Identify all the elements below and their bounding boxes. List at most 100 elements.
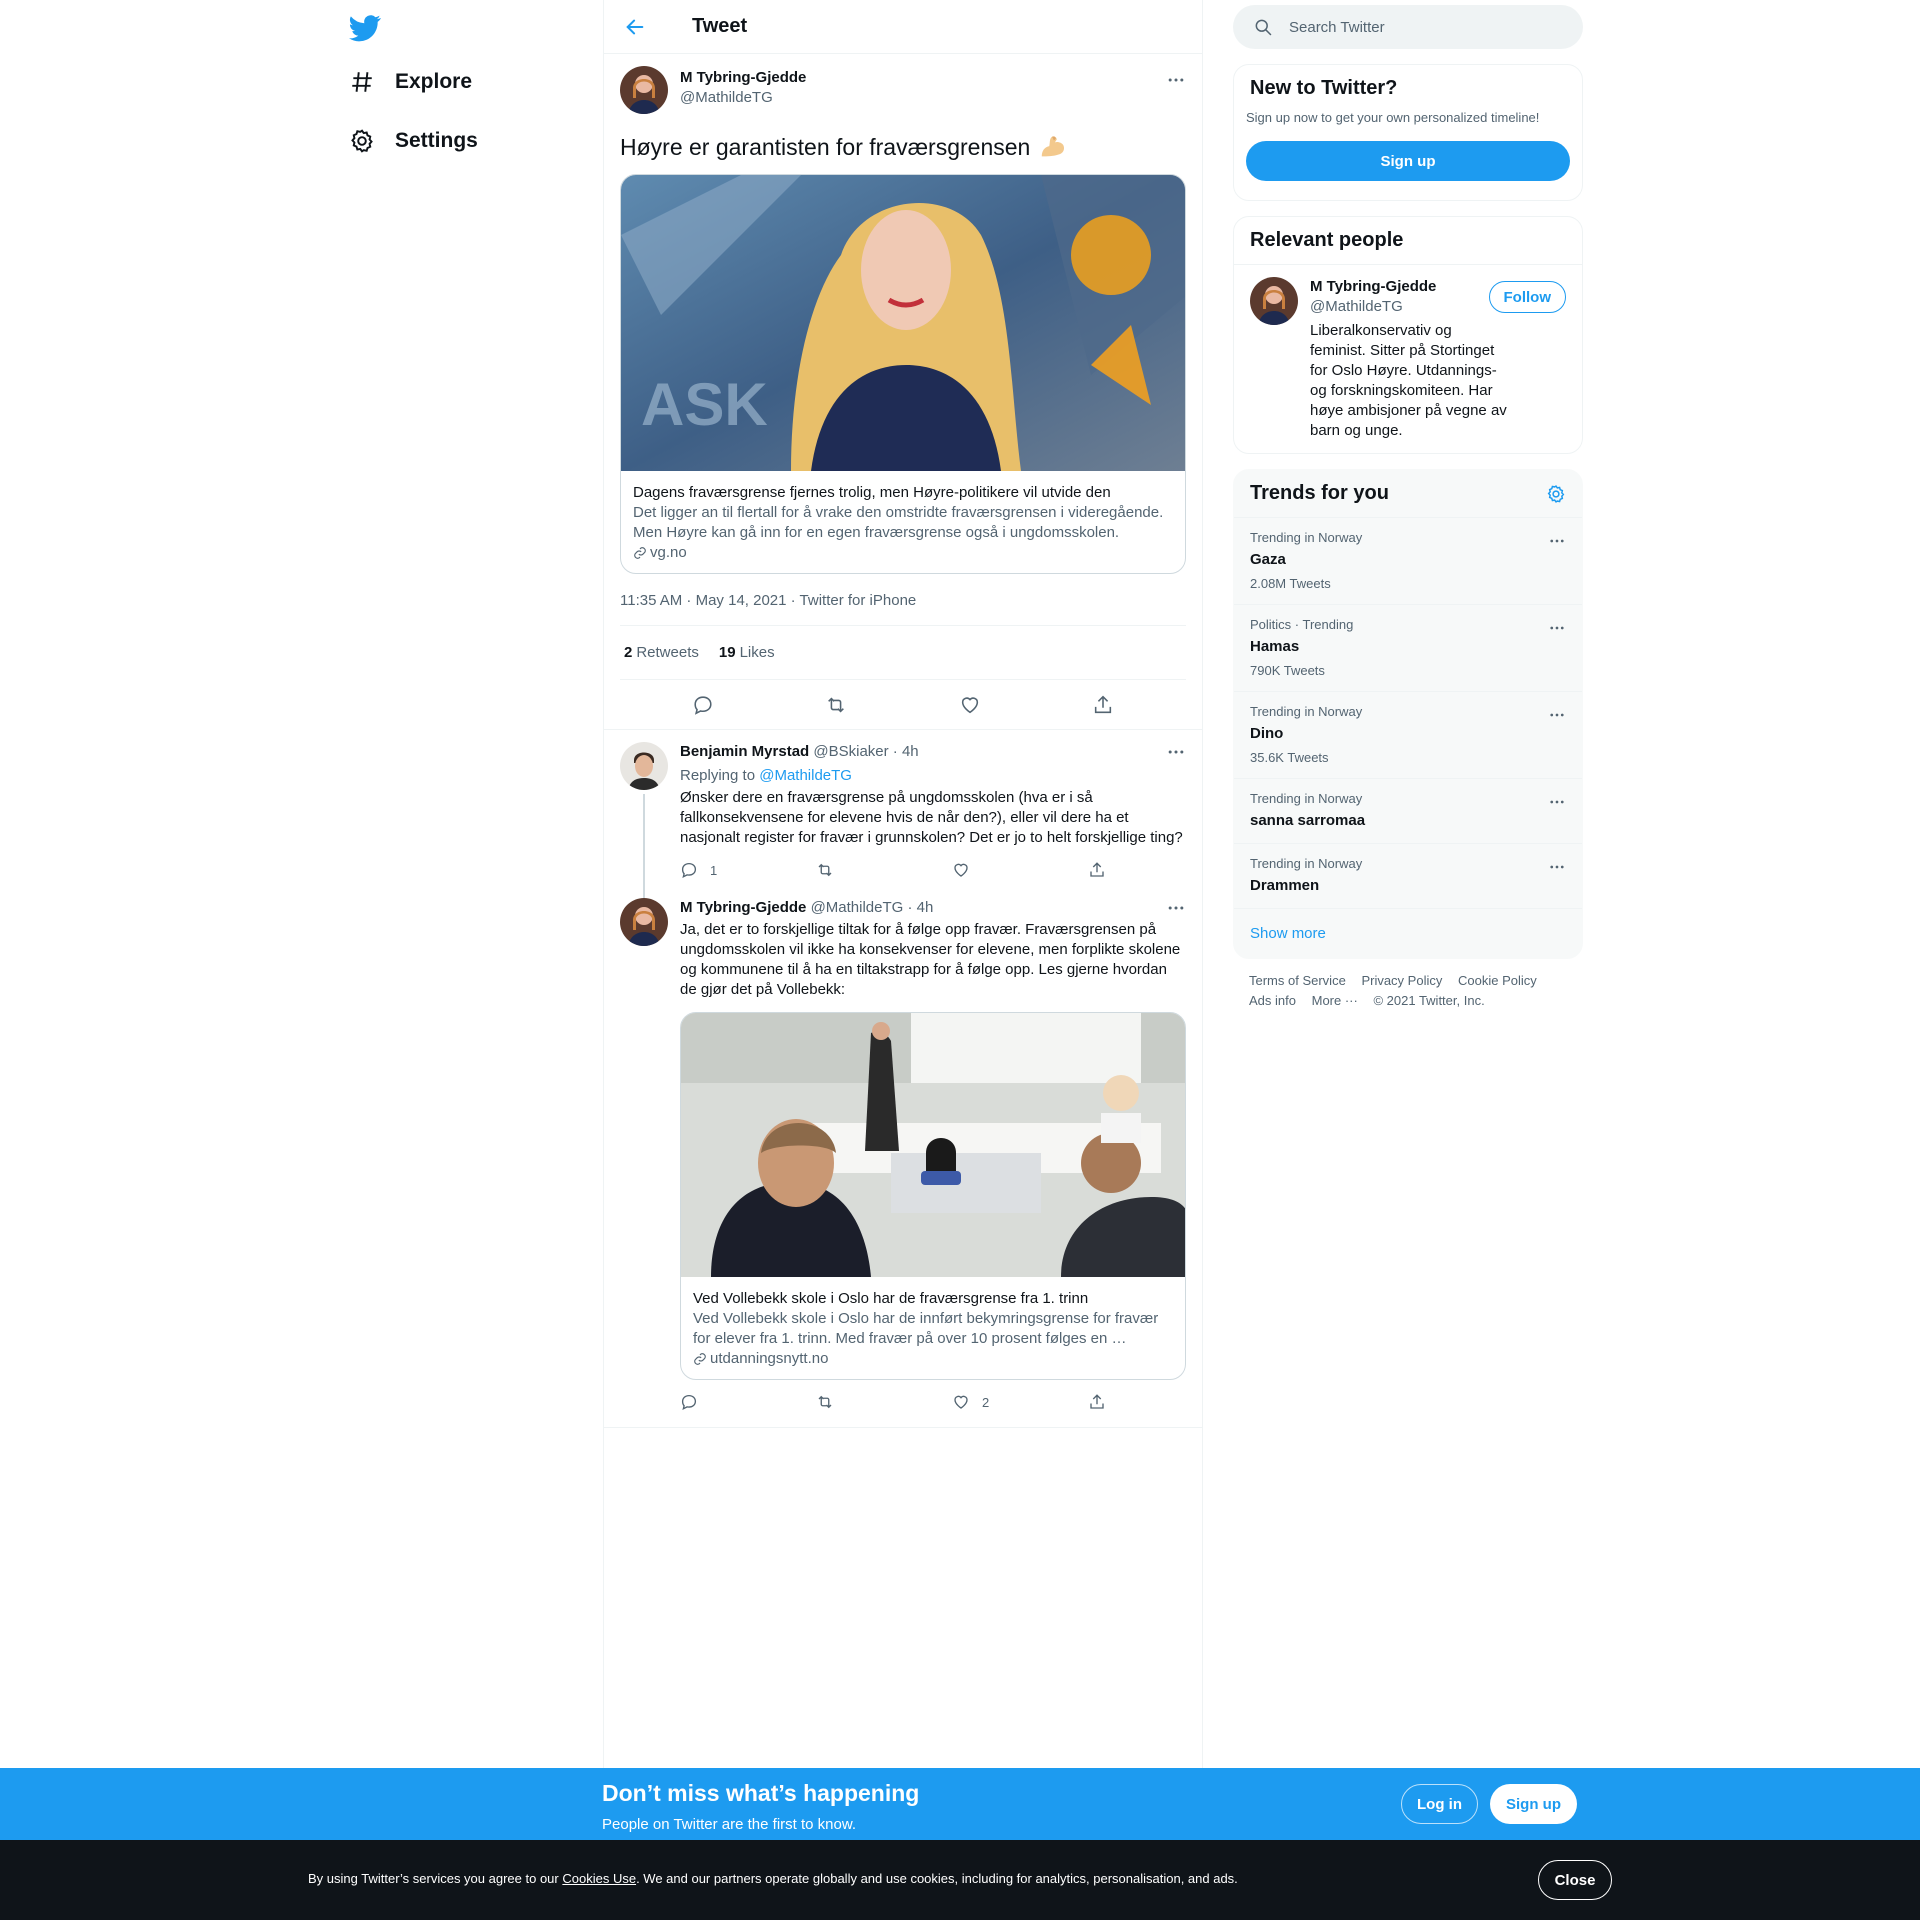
more-icon[interactable]	[1548, 706, 1566, 724]
nav-explore[interactable]: Explore	[349, 62, 472, 102]
search-icon	[1255, 19, 1272, 36]
reply-button[interactable]: 1	[680, 861, 816, 879]
share-icon	[1090, 1394, 1104, 1409]
share-icon[interactable]	[1092, 694, 1114, 716]
trend-count: 790K Tweets	[1250, 663, 1325, 678]
back-arrow-icon[interactable]	[624, 16, 646, 38]
cookie-text-after: . We and our partners operate globally a…	[636, 1871, 1238, 1886]
retweet-button[interactable]	[816, 1393, 952, 1411]
person-name[interactable]: M Tybring-Gjedde	[1310, 277, 1510, 297]
author-name[interactable]: M Tybring-Gjedde	[680, 68, 806, 88]
more-link[interactable]: More ···	[1312, 993, 1358, 1008]
ads-info-link[interactable]: Ads info	[1249, 993, 1296, 1008]
more-icon[interactable]	[1548, 793, 1566, 811]
trend-item[interactable]: Trending in Norway Drammen	[1234, 843, 1582, 908]
reply-icon[interactable]	[692, 694, 714, 716]
avatar[interactable]	[620, 66, 668, 114]
replying-prefix: Replying to	[680, 767, 760, 784]
reply-author-name[interactable]: M Tybring-Gjedde	[680, 899, 806, 916]
avatar[interactable]	[620, 742, 668, 790]
search-bar[interactable]	[1233, 5, 1583, 49]
retweet-icon	[818, 1395, 832, 1409]
avatar[interactable]	[620, 898, 668, 946]
cookie-bar: By using Twitter’s services you agree to…	[0, 1840, 1920, 1920]
footer-links: Terms of Service Privacy Policy Cookie P…	[1233, 959, 1583, 1023]
trend-meta: Trending in Norway	[1250, 856, 1363, 871]
gear-icon[interactable]	[1546, 484, 1566, 504]
avatar[interactable]	[1250, 277, 1298, 325]
cookies-use-link[interactable]: Cookies Use	[562, 1871, 636, 1886]
new-to-twitter-title: New to Twitter?	[1250, 77, 1398, 99]
more-icon[interactable]	[1166, 70, 1186, 90]
reply-tweet[interactable]: Benjamin Myrstad @BSkiaker · 4h Replying…	[604, 730, 1202, 909]
nav-settings-label: Settings	[395, 129, 478, 152]
privacy-link[interactable]: Privacy Policy	[1361, 973, 1442, 988]
trend-meta: Trending in Norway	[1250, 791, 1363, 806]
trend-name: Drammen	[1250, 877, 1320, 894]
reply-author-name[interactable]: Benjamin Myrstad	[680, 743, 809, 760]
search-input[interactable]	[1289, 18, 1549, 36]
reply-text: Ønsker dere en fraværsgrense på ungdomss…	[680, 789, 1183, 846]
trend-item[interactable]: Trending in Norway Dino 35.6K Tweets	[1234, 691, 1582, 778]
flexed-biceps-icon	[1042, 136, 1065, 157]
trend-item[interactable]: Trending in Norway Gaza 2.08M Tweets	[1234, 517, 1582, 604]
trend-count: 2.08M Tweets	[1250, 576, 1331, 591]
more-icon[interactable]	[1548, 532, 1566, 550]
like-button[interactable]: 2	[952, 1393, 1088, 1411]
more-icon[interactable]	[1548, 619, 1566, 637]
reply-tweet[interactable]: M Tybring-Gjedde @MathildeTG · 4h Ja, de…	[604, 890, 1202, 1422]
like-button[interactable]	[952, 861, 1088, 879]
tweet-author: M Tybring-Gjedde @MathildeTG	[620, 66, 1186, 116]
share-icon	[1090, 862, 1104, 877]
tweet-meta: 11:35 AM · May 14, 2021 · Twitter for iP…	[620, 574, 1186, 626]
trend-item[interactable]: Trending in Norway sanna sarromaa	[1234, 778, 1582, 843]
show-more-link[interactable]: Show more	[1234, 908, 1582, 958]
card-image	[681, 1013, 1185, 1277]
more-icon[interactable]	[1166, 742, 1186, 762]
trends-header: Trends for you	[1234, 470, 1582, 517]
more-icon[interactable]	[1548, 858, 1566, 876]
retweet-icon[interactable]	[825, 694, 847, 716]
trend-name: sanna sarromaa	[1250, 812, 1366, 829]
link-card[interactable]: ASK Dagens fraværsgrense fjernes trolig,…	[620, 174, 1186, 574]
reply-icon	[681, 1394, 697, 1411]
signup-button[interactable]: Sign up	[1490, 1784, 1577, 1824]
retweets-label: Retweets	[636, 644, 699, 661]
more-icon[interactable]	[1166, 898, 1186, 918]
trend-meta: Trending in Norway	[1250, 704, 1363, 719]
replying-handle-link[interactable]: @MathildeTG	[759, 767, 852, 784]
like-icon[interactable]	[959, 694, 981, 716]
cookie-close-button[interactable]: Close	[1538, 1860, 1612, 1900]
trend-name: Hamas	[1250, 638, 1300, 655]
likes-stat[interactable]: 19 Likes	[719, 644, 775, 661]
reply-button[interactable]	[680, 1393, 816, 1411]
reply-header: M Tybring-Gjedde @MathildeTG · 4h	[680, 898, 1186, 918]
banner-title: Don’t miss what’s happening	[602, 1780, 920, 1806]
relevant-people-box: Relevant people M Tybring-Gjedde @Mathil…	[1233, 216, 1583, 454]
main-column: Tweet M Tybring-Gjedde @MathildeTG Høyre…	[603, 0, 1203, 1770]
link-card[interactable]: Ved Vollebekk skole i Oslo har de fravær…	[680, 1012, 1186, 1380]
retweets-count: 2	[624, 644, 633, 661]
person-card[interactable]: M Tybring-Gjedde @MathildeTG Liberalkons…	[1234, 264, 1582, 453]
nav-settings[interactable]: Settings	[349, 121, 478, 161]
login-button[interactable]: Log in	[1401, 1784, 1478, 1824]
card-image: ASK	[621, 175, 1185, 471]
signup-banner: Don’t miss what’s happening People on Tw…	[0, 1768, 1920, 1840]
trend-item[interactable]: Politics · Trending Hamas 790K Tweets	[1234, 604, 1582, 691]
follow-button[interactable]: Follow	[1488, 281, 1566, 313]
share-button[interactable]	[1088, 861, 1118, 879]
new-to-twitter-subtitle: Sign up now to get your own personalized…	[1246, 110, 1540, 125]
share-button[interactable]	[1088, 1393, 1118, 1411]
twitter-bird-icon[interactable]	[349, 12, 381, 44]
author-handle[interactable]: @MathildeTG	[680, 88, 806, 108]
cookie-policy-link[interactable]: Cookie Policy	[1458, 973, 1537, 988]
reply-actions: 2	[680, 1382, 1186, 1422]
card-domain-label: vg.no	[650, 544, 687, 561]
retweets-stat[interactable]: 2 Retweets	[624, 644, 699, 661]
cookie-text: By using Twitter’s services you agree to…	[308, 1871, 1238, 1886]
person-handle: @MathildeTG	[1310, 298, 1403, 315]
copyright: © 2021 Twitter, Inc.	[1373, 993, 1485, 1008]
sidebar-signup-button[interactable]: Sign up	[1246, 141, 1570, 181]
terms-link[interactable]: Terms of Service	[1249, 973, 1346, 988]
retweet-button[interactable]	[816, 861, 952, 879]
